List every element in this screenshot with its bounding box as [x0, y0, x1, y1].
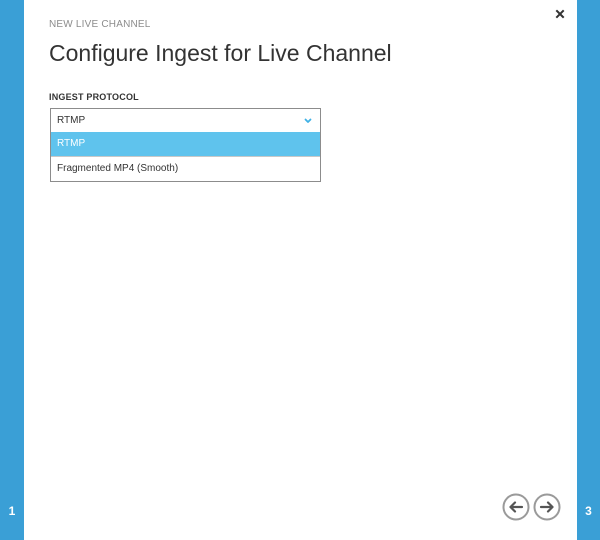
ingest-protocol-options: RTMP Fragmented MP4 (Smooth)	[50, 132, 321, 182]
next-button[interactable]	[533, 493, 561, 521]
option-fragmented-mp4-smooth[interactable]: Fragmented MP4 (Smooth)	[51, 157, 320, 181]
wizard-rail-right: 3	[577, 0, 600, 540]
close-icon	[555, 9, 565, 19]
new-live-channel-dialog: 1 3 NEW LIVE CHANNEL Configure Ingest fo…	[0, 0, 600, 540]
ingest-protocol-select[interactable]: RTMP	[50, 108, 321, 133]
arrow-right-circle-icon	[533, 493, 561, 521]
wizard-rail-left: 1	[0, 0, 24, 540]
option-rtmp[interactable]: RTMP	[51, 132, 320, 157]
back-button[interactable]	[502, 493, 530, 521]
ingest-protocol-selected-value: RTMP	[57, 115, 86, 126]
total-steps-number: 3	[585, 504, 592, 518]
current-step-number: 1	[8, 504, 16, 518]
dialog-eyebrow: NEW LIVE CHANNEL	[49, 19, 151, 30]
chevron-down-icon	[304, 118, 312, 123]
arrow-left-circle-icon	[502, 493, 530, 521]
close-button[interactable]	[552, 6, 568, 22]
ingest-protocol-label: INGEST PROTOCOL	[49, 92, 139, 102]
page-title: Configure Ingest for Live Channel	[49, 40, 392, 66]
